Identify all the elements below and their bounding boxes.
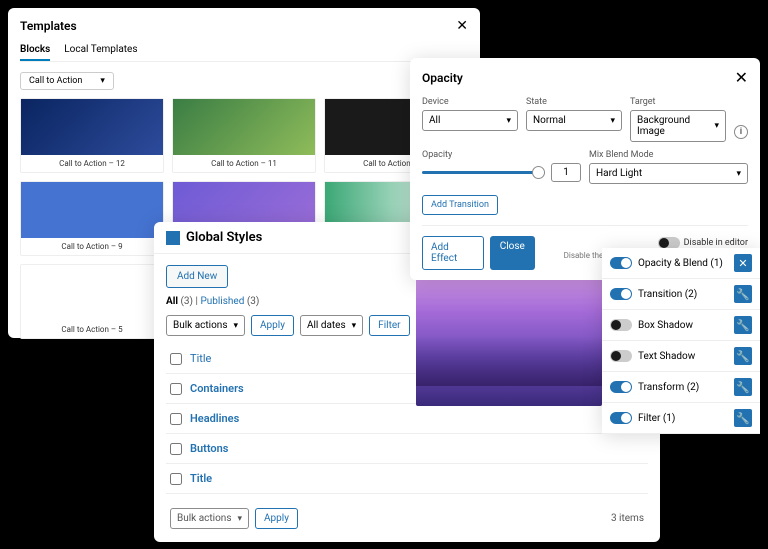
row-checkbox[interactable] [170,383,182,395]
opacity-panel: Opacity ✕ DeviceAll▾ StateNormal▾ Target… [410,58,760,280]
table-row: Headlines [166,404,648,434]
close-icon[interactable]: ✕ [735,68,748,87]
dates-select[interactable]: All dates▾ [300,315,363,336]
template-card[interactable]: Call to Action – 12 [20,98,164,173]
effect-item: Transform (2)🔧 [602,372,760,403]
tab-local-templates[interactable]: Local Templates [64,40,137,61]
opacity-title: Opacity [422,71,463,85]
template-card[interactable]: Call to Action – 5 [20,264,164,339]
select-all-checkbox[interactable] [170,353,182,365]
device-select[interactable]: All▾ [422,110,518,131]
effect-toggle[interactable] [610,288,632,300]
state-select[interactable]: Normal▾ [526,110,622,131]
global-styles-logo: Global Styles [166,230,262,245]
effect-toggle[interactable] [610,412,632,424]
effect-item: Filter (1)🔧 [602,403,760,434]
wrench-icon[interactable]: 🔧 [734,347,752,365]
apply-button[interactable]: Apply [255,508,298,529]
table-row: Buttons [166,434,648,464]
effect-toggle[interactable] [610,257,632,269]
chevron-down-icon: ▾ [736,169,741,179]
tab-published[interactable]: Published [200,296,244,307]
opacity-slider[interactable] [422,171,545,174]
row-title-link[interactable]: Title [190,472,212,485]
close-icon[interactable]: ✕ [456,18,468,34]
add-effect-button[interactable]: Add Effect [422,236,484,270]
effect-item: Text Shadow🔧 [602,341,760,372]
slider-thumb[interactable] [532,166,545,179]
category-select[interactable]: Call to Action▾ [20,72,114,90]
table-header-title[interactable]: Title [190,352,211,365]
row-checkbox[interactable] [170,413,182,425]
wrench-icon[interactable]: 🔧 [734,378,752,396]
chevron-down-icon: ▾ [234,321,239,331]
bulk-actions-select[interactable]: Bulk actions▾ [166,315,245,336]
effect-item: Transition (2)🔧 [602,279,760,310]
close-button[interactable]: Close [490,236,535,270]
row-title-link[interactable]: Containers [190,382,244,395]
opacity-value[interactable]: 1 [551,163,581,182]
wrench-icon[interactable]: 🔧 [734,285,752,303]
effect-item: Box Shadow🔧 [602,310,760,341]
templates-tabs: Blocks Local Templates [20,40,468,62]
chevron-down-icon: ▾ [100,76,105,86]
cube-icon [166,231,180,245]
wrench-icon[interactable]: 🔧 [734,316,752,334]
template-card[interactable]: Call to Action – 9 [20,181,164,256]
chevron-down-icon: ▾ [610,116,615,126]
wrench-icon[interactable]: 🔧 [734,409,752,427]
effect-item: Opacity & Blend (1)✕ [602,248,760,279]
effect-toggle[interactable] [610,319,632,331]
template-card[interactable]: Call to Action – 11 [172,98,316,173]
blend-mode-select[interactable]: Hard Light▾ [589,163,748,184]
tab-blocks[interactable]: Blocks [20,40,50,61]
effects-list: Opacity & Blend (1)✕Transition (2)🔧Box S… [602,248,760,434]
chevron-down-icon: ▾ [352,321,357,331]
info-icon[interactable]: i [734,125,748,139]
row-title-link[interactable]: Headlines [190,412,239,425]
apply-button[interactable]: Apply [251,315,294,336]
remove-icon[interactable]: ✕ [734,254,752,272]
table-row: Title [166,464,648,494]
templates-title: Templates [20,19,77,33]
chevron-down-icon: ▾ [506,116,511,126]
add-new-button[interactable]: Add New [166,265,228,288]
chevron-down-icon: ▾ [238,514,243,524]
chevron-down-icon: ▾ [714,121,719,131]
effect-toggle[interactable] [610,381,632,393]
effect-toggle[interactable] [610,350,632,362]
bulk-actions-select[interactable]: Bulk actions▾ [170,508,249,529]
row-checkbox[interactable] [170,443,182,455]
filter-button[interactable]: Filter [369,315,409,336]
row-title-link[interactable]: Buttons [190,442,228,455]
items-count: 3 items [611,513,644,524]
target-select[interactable]: Background Image▾ [630,110,726,142]
add-transition-button[interactable]: Add Transition [422,195,498,215]
row-checkbox[interactable] [170,473,182,485]
